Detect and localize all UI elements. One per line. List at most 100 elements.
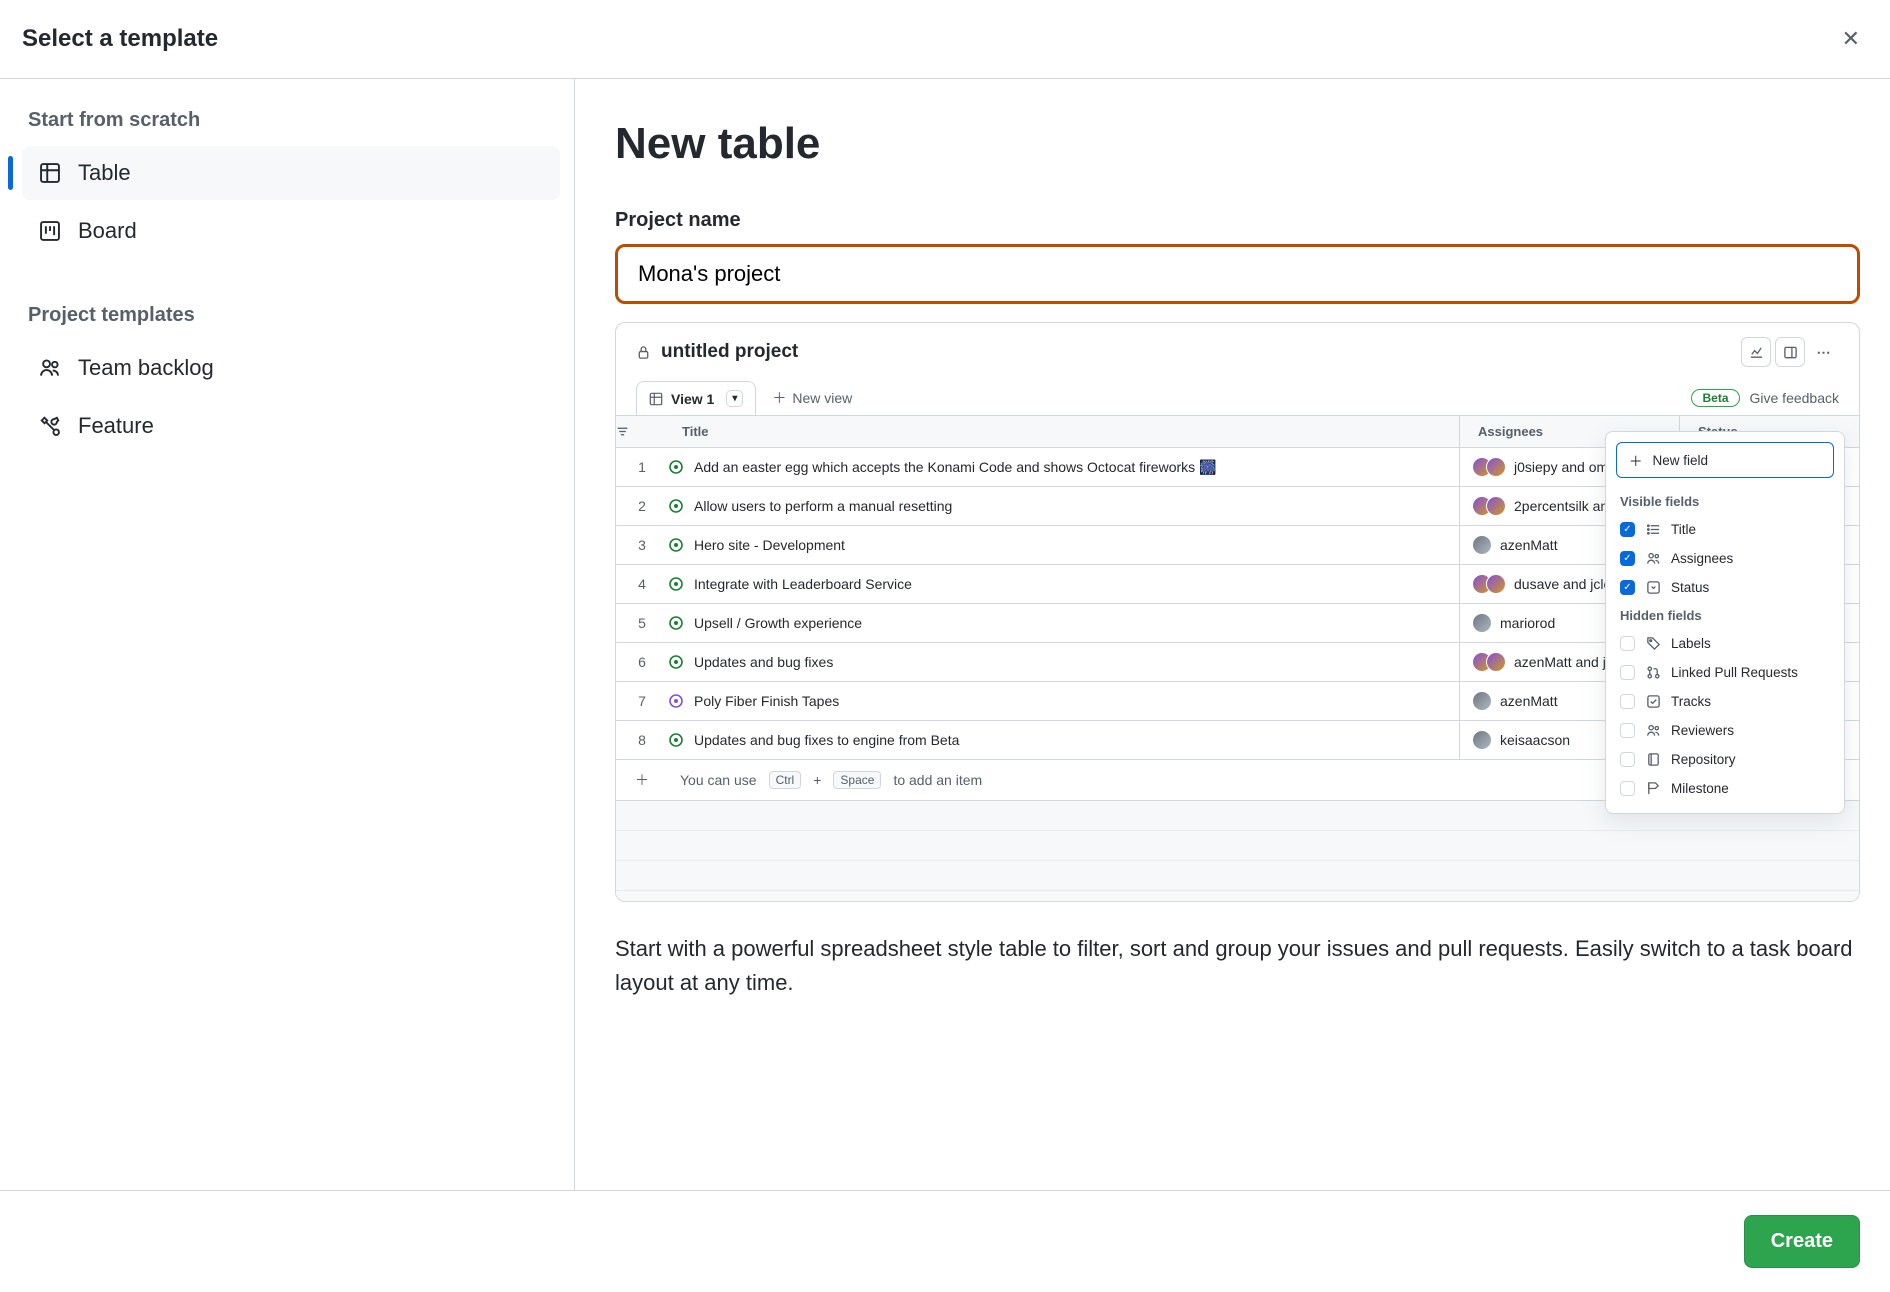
field-toggle-assignees[interactable]: ✓Assignees	[1606, 544, 1844, 573]
field-toggle-repository[interactable]: Repository	[1606, 745, 1844, 774]
close-icon: ✕	[1842, 26, 1860, 51]
filter-icon[interactable]	[616, 417, 668, 446]
field-label: Reviewers	[1671, 723, 1734, 738]
people-icon	[1645, 723, 1661, 738]
preview-title: untitled project	[636, 341, 798, 363]
add-hint-post: to add an item	[893, 772, 982, 788]
row-title-cell[interactable]: Upsell / Growth experience	[668, 606, 1459, 640]
field-toggle-status[interactable]: ✓Status	[1606, 573, 1844, 602]
row-title-cell[interactable]: Hero site - Development	[668, 528, 1459, 562]
field-toggle-reviewers[interactable]: Reviewers	[1606, 716, 1844, 745]
modal-footer: Create	[0, 1190, 1890, 1292]
checkbox-icon: ✓	[1620, 551, 1635, 566]
give-feedback-link[interactable]: Give feedback	[1750, 390, 1840, 406]
sidebar-item-board[interactable]: Board	[22, 204, 560, 258]
row-number: 4	[616, 567, 668, 601]
checkbox-icon	[1620, 723, 1635, 738]
avatar-stack	[1472, 535, 1492, 555]
board-icon	[38, 219, 62, 243]
sidebar-item-feature[interactable]: Feature	[22, 399, 560, 453]
pr-icon	[1645, 665, 1661, 680]
sidebar-item-label: Board	[78, 218, 137, 244]
project-name-input[interactable]	[615, 244, 1860, 304]
insights-button[interactable]	[1741, 337, 1771, 367]
row-number: 1	[616, 450, 668, 484]
avatar-stack	[1472, 457, 1506, 477]
issue-open-icon	[668, 615, 684, 631]
row-title-cell[interactable]: Allow users to perform a manual resettin…	[668, 489, 1459, 523]
row-title-cell[interactable]: Updates and bug fixes to engine from Bet…	[668, 723, 1459, 757]
checkbox-icon	[1620, 781, 1635, 796]
row-assignees: mariorod	[1500, 615, 1555, 631]
issue-open-icon	[668, 459, 684, 475]
add-hint-plus: +	[813, 772, 821, 788]
row-title-cell[interactable]: Updates and bug fixes	[668, 645, 1459, 679]
chevron-down-icon[interactable]: ▾	[726, 390, 743, 407]
row-number: 6	[616, 645, 668, 679]
sidebar: Start from scratch Table Board Project t…	[0, 79, 575, 1190]
column-title[interactable]: Title	[668, 416, 1459, 447]
field-toggle-labels[interactable]: Labels	[1606, 629, 1844, 658]
plus-icon: ＋	[772, 388, 786, 408]
create-button[interactable]: Create	[1744, 1215, 1860, 1268]
create-label: Create	[1771, 1230, 1833, 1252]
template-modal: Select a template ✕ Start from scratch T…	[0, 0, 1890, 1292]
issue-open-icon	[668, 498, 684, 514]
list-icon	[1645, 522, 1661, 537]
sidebar-item-label: Table	[78, 160, 131, 186]
template-description: Start with a powerful spreadsheet style …	[615, 932, 1860, 1000]
view-tab[interactable]: View 1 ▾	[636, 381, 756, 415]
issue-open-icon	[668, 693, 684, 709]
field-toggle-milestone[interactable]: Milestone	[1606, 774, 1844, 803]
view-tab-label: View 1	[671, 391, 714, 407]
row-title-cell[interactable]: Poly Fiber Finish Tapes	[668, 684, 1459, 718]
fields-popup: ＋ New field Visible fields ✓Title✓Assign…	[1605, 431, 1845, 814]
row-title: Updates and bug fixes to engine from Bet…	[694, 732, 959, 748]
sidebar-item-table[interactable]: Table	[22, 146, 560, 200]
field-toggle-tracks[interactable]: Tracks	[1606, 687, 1844, 716]
modal-body: Start from scratch Table Board Project t…	[0, 79, 1890, 1190]
visible-fields-heading: Visible fields	[1606, 488, 1844, 515]
panel-button[interactable]	[1775, 337, 1805, 367]
row-title: Poly Fiber Finish Tapes	[694, 693, 839, 709]
plus-icon: ＋	[1629, 450, 1643, 470]
page-title: New table	[615, 119, 1860, 169]
plus-icon: ＋	[616, 770, 668, 790]
checkbox-icon	[1620, 752, 1635, 767]
issue-open-icon	[668, 537, 684, 553]
lock-icon	[636, 345, 651, 360]
avatar-stack	[1472, 730, 1492, 750]
sidebar-item-team-backlog[interactable]: Team backlog	[22, 341, 560, 395]
avatar-stack	[1472, 574, 1506, 594]
add-hint-pre: You can use	[680, 772, 757, 788]
new-field-label: New field	[1653, 453, 1709, 468]
kbd-ctrl: Ctrl	[769, 771, 802, 789]
table-icon	[38, 161, 62, 185]
new-view-button[interactable]: ＋ New view	[772, 388, 852, 408]
people-icon	[1645, 551, 1661, 566]
avatar-stack	[1472, 652, 1506, 672]
avatar-stack	[1472, 691, 1492, 711]
field-label: Tracks	[1671, 694, 1711, 709]
tabs-row: View 1 ▾ ＋ New view Beta Give feedback	[616, 369, 1859, 415]
sidebar-item-label: Feature	[78, 413, 154, 439]
checkbox-icon	[1620, 694, 1635, 709]
row-assignees: keisaacson	[1500, 732, 1570, 748]
kbd-space: Space	[833, 771, 881, 789]
sidebar-item-label: Team backlog	[78, 355, 214, 381]
field-label: Linked Pull Requests	[1671, 665, 1798, 680]
checkbox-icon	[1620, 636, 1635, 651]
field-label: Labels	[1671, 636, 1711, 651]
more-button[interactable]: ⋯	[1809, 337, 1839, 367]
row-assignees: 2percentsilk and	[1514, 498, 1616, 514]
row-number: 7	[616, 684, 668, 718]
sidebar-heading-scratch: Start from scratch	[22, 109, 560, 132]
row-title-cell[interactable]: Integrate with Leaderboard Service	[668, 567, 1459, 601]
row-title-cell[interactable]: Add an easter egg which accepts the Kona…	[668, 450, 1459, 485]
field-toggle-linked-pull-requests[interactable]: Linked Pull Requests	[1606, 658, 1844, 687]
row-number: 2	[616, 489, 668, 523]
repo-icon	[1645, 752, 1661, 767]
field-toggle-title[interactable]: ✓Title	[1606, 515, 1844, 544]
close-button[interactable]: ✕	[1838, 22, 1864, 56]
new-field-button[interactable]: ＋ New field	[1616, 442, 1834, 478]
